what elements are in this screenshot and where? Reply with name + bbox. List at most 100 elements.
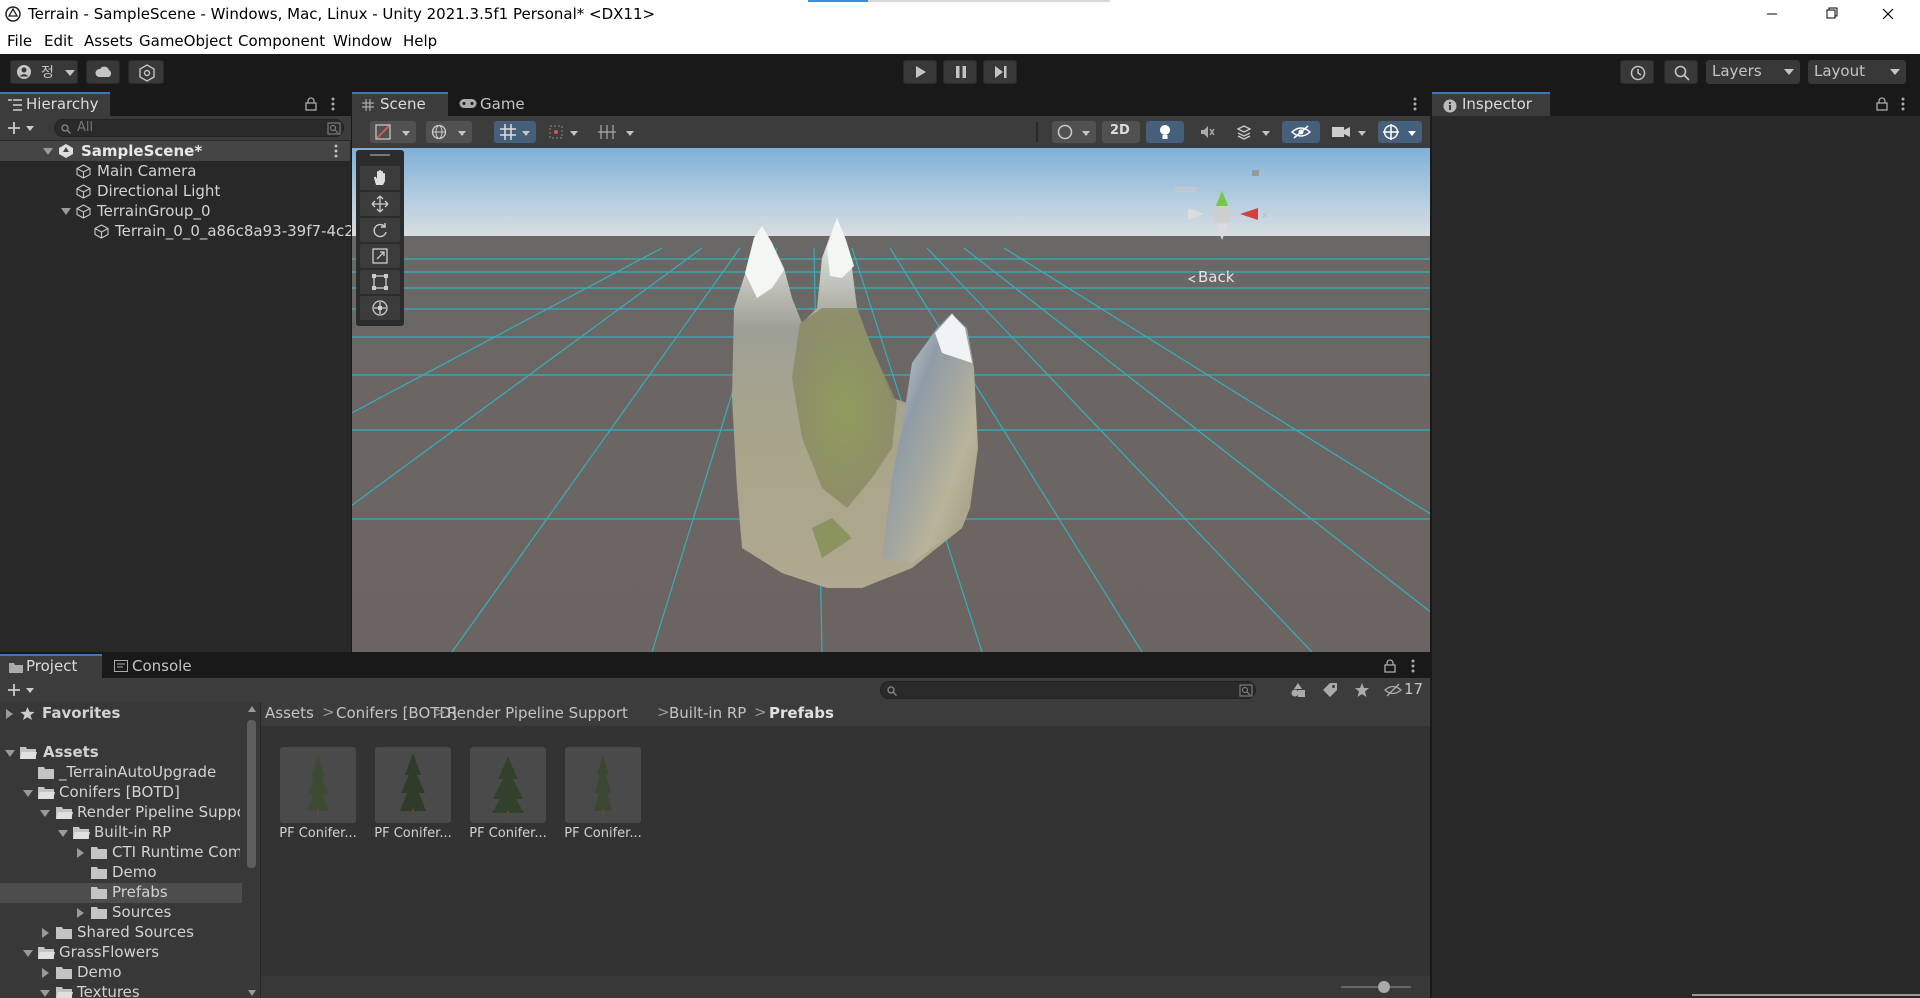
draw-mode-dropdown[interactable] (370, 121, 416, 143)
increment-snap-dropdown[interactable] (542, 121, 584, 143)
step-button[interactable] (983, 60, 1017, 84)
rect-tool-button[interactable] (360, 270, 400, 294)
tree-folder[interactable]: Conifers [BOTD] (0, 783, 260, 803)
scale-icon (372, 248, 388, 264)
gameobject-icon (76, 184, 91, 199)
filter-by-type-icon[interactable] (1290, 682, 1306, 698)
undo-history-button[interactable] (1620, 60, 1654, 84)
tree-folder[interactable]: Demo (0, 863, 260, 883)
lock-icon[interactable] (305, 97, 317, 111)
account-dropdown[interactable]: 정 (10, 60, 78, 84)
hierarchy-item[interactable]: Main Camera (0, 161, 350, 181)
gizmos-dropdown[interactable] (1378, 121, 1422, 143)
transform-tool-button[interactable] (360, 296, 400, 320)
hierarchy-search-input[interactable]: All (54, 119, 344, 137)
scene-visibility-toggle[interactable] (1282, 121, 1320, 143)
scale-tool-button[interactable] (360, 244, 400, 268)
unity-scene-icon (59, 144, 73, 158)
hierarchy-item[interactable]: Terrain_0_0_a86c8a93-39f7-4c2 (0, 221, 351, 241)
project-search-input[interactable] (880, 681, 1256, 699)
hierarchy-scene-row[interactable]: SampleScene* (0, 141, 350, 161)
maximize-button[interactable] (1802, 0, 1858, 30)
effects-dropdown[interactable] (1230, 121, 1276, 143)
render-mode-dropdown[interactable] (426, 121, 472, 143)
tab-scene[interactable]: Scene (352, 92, 448, 116)
search-button[interactable] (1664, 60, 1698, 84)
lock-icon[interactable] (1876, 97, 1888, 111)
menu-window[interactable]: Window (333, 32, 392, 50)
collab-button[interactable] (128, 60, 164, 84)
breadcrumb-item[interactable]: Render Pipeline Support (447, 704, 628, 722)
hierarchy-item[interactable]: Directional Light (0, 181, 350, 201)
hidden-packages-icon[interactable] (1384, 682, 1402, 698)
close-window-button[interactable] (1860, 0, 1916, 30)
scene-viewport[interactable]: y x Back (352, 148, 1430, 652)
add-icon[interactable] (7, 121, 21, 135)
scene-lighting-toggle[interactable] (1146, 121, 1184, 143)
layers-dropdown[interactable]: Layers (1706, 60, 1800, 84)
search-by-type-icon[interactable] (1239, 684, 1253, 697)
scene-menu-icon[interactable] (333, 144, 339, 158)
asset-thumbnail[interactable] (470, 747, 546, 823)
asset-thumbnail[interactable] (565, 747, 641, 823)
grid-snapping-toggle[interactable] (494, 121, 536, 143)
tree-folder[interactable]: Shared Sources (0, 923, 260, 943)
tree-scrollbar[interactable] (242, 702, 260, 998)
tree-label: Textures (77, 983, 140, 998)
breadcrumb-item[interactable]: Built-in RP (669, 704, 746, 722)
audio-toggle[interactable] (1190, 121, 1224, 143)
tab-inspector[interactable]: Inspector (1432, 92, 1550, 116)
rotate-tool-button[interactable] (360, 218, 400, 242)
add-icon[interactable] (7, 683, 21, 697)
toggle-2d-button[interactable]: 2D (1102, 121, 1140, 143)
menu-component[interactable]: Component (238, 32, 325, 50)
inspector-resize-handle[interactable] (1692, 994, 1920, 996)
tree-assets[interactable]: Assets (0, 743, 260, 763)
kebab-menu-icon[interactable] (1900, 96, 1906, 112)
search-by-type-icon[interactable] (327, 122, 341, 135)
scene-render[interactable]: y x Back (352, 148, 1430, 652)
pause-button[interactable] (943, 60, 977, 84)
hierarchy-item[interactable]: TerrainGroup_0 (0, 201, 350, 221)
tree-folder[interactable]: CTI Runtime Comp (0, 843, 240, 863)
tree-folder[interactable]: Textures (0, 983, 260, 998)
tree-folder[interactable]: _TerrainAutoUpgrade (0, 763, 260, 783)
menu-help[interactable]: Help (403, 32, 437, 50)
icon-size-slider-thumb[interactable] (1378, 981, 1390, 993)
tree-folder-selected[interactable]: Prefabs (0, 883, 242, 903)
move-tool-button[interactable] (360, 192, 400, 216)
favorite-star-icon[interactable] (1354, 682, 1370, 698)
tree-folder[interactable]: Sources (0, 903, 260, 923)
menu-gameobject[interactable]: GameObject (139, 32, 233, 50)
breadcrumb-item[interactable]: Assets (265, 704, 314, 722)
minimize-button[interactable] (1744, 0, 1800, 30)
tree-folder[interactable]: Built-in RP (0, 823, 260, 843)
menu-edit[interactable]: Edit (44, 32, 73, 50)
cloud-button[interactable] (86, 60, 120, 84)
tab-project[interactable]: Project (0, 654, 102, 678)
menu-assets[interactable]: Assets (84, 32, 133, 50)
layout-dropdown[interactable]: Layout (1808, 60, 1906, 84)
kebab-menu-icon[interactable] (330, 96, 336, 112)
tab-console[interactable]: Console (104, 654, 214, 678)
grid-options-dropdown[interactable] (592, 121, 640, 143)
kebab-menu-icon[interactable] (1412, 96, 1418, 112)
asset-thumbnail[interactable] (280, 747, 356, 823)
play-button[interactable] (903, 60, 937, 84)
tree-folder[interactable]: Render Pipeline Suppo (0, 803, 240, 823)
tree-folder[interactable]: Demo (0, 963, 260, 983)
lock-icon[interactable] (1384, 659, 1396, 673)
tree-folder[interactable]: GrassFlowers (0, 943, 260, 963)
tab-hierarchy[interactable]: Hierarchy (0, 92, 110, 116)
tab-game[interactable]: Game (450, 92, 540, 116)
camera-settings-dropdown[interactable] (1326, 121, 1372, 143)
lighting-dropdown[interactable] (1052, 121, 1096, 143)
label-tag-icon[interactable] (1322, 682, 1338, 698)
hand-tool-button[interactable] (360, 166, 400, 190)
kebab-menu-icon[interactable] (1410, 658, 1416, 674)
tree-favorites[interactable]: Favorites (0, 704, 260, 724)
layout-label: Layout (1814, 62, 1865, 80)
menu-file[interactable]: File (7, 32, 32, 50)
icon-size-slider[interactable] (1341, 986, 1411, 988)
asset-thumbnail[interactable] (375, 747, 451, 823)
